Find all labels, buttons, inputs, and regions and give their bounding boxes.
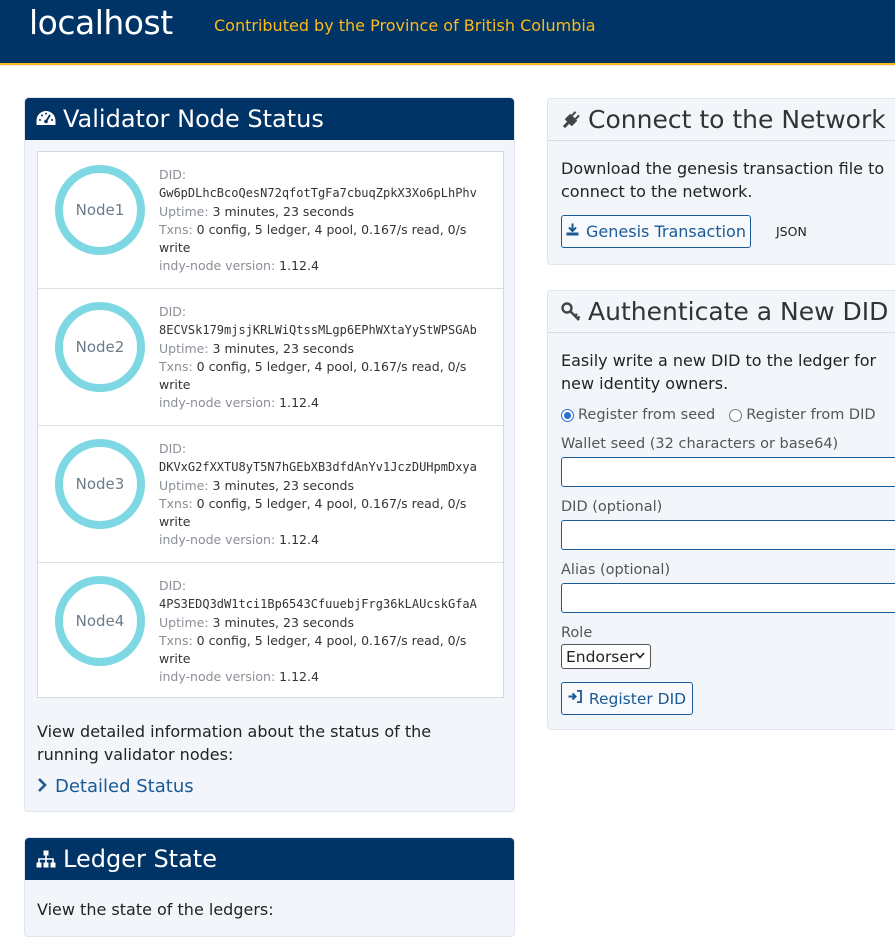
validator-panel-title: Validator Node Status bbox=[63, 105, 324, 133]
txns-label: Txns: bbox=[159, 358, 193, 374]
node-txns: 0 config, 5 ledger, 4 pool, 0.167/s read… bbox=[159, 221, 467, 255]
register-did-label: Register DID bbox=[588, 689, 687, 708]
node-card: Node4 DID: 4PS3EDQ3dW1tci1Bp6543CfuuebjF… bbox=[38, 563, 503, 700]
wallet-seed-input[interactable] bbox=[561, 457, 895, 487]
uptime-label: Uptime: bbox=[159, 477, 209, 493]
json-link[interactable]: JSON bbox=[776, 224, 807, 239]
node-status-ring: Node4 bbox=[55, 576, 145, 666]
did-label: DID: bbox=[159, 441, 187, 456]
top-navbar: localhost Contributed by the Province of… bbox=[0, 0, 895, 65]
genesis-button-label: Genesis Transaction bbox=[586, 222, 746, 241]
register-did-button[interactable]: Register DID bbox=[561, 682, 693, 715]
node-version: 1.12.4 bbox=[279, 394, 319, 410]
node-card: Node1 DID: Gw6pDLhcBcoQesN72qfotTgFa7cbu… bbox=[38, 152, 503, 289]
auth-panel-title: Authenticate a New DID bbox=[588, 297, 889, 326]
node-uptime: 3 minutes, 23 seconds bbox=[212, 614, 354, 630]
radio-seed-label[interactable]: Register from seed bbox=[578, 407, 715, 423]
contribution-text: Contributed by the Province of British C… bbox=[214, 16, 596, 35]
validator-panel-header: Validator Node Status bbox=[25, 98, 514, 140]
node-version: 1.12.4 bbox=[279, 531, 319, 547]
brand-title[interactable]: localhost bbox=[29, 3, 173, 42]
radio-register-from-seed[interactable] bbox=[561, 408, 574, 422]
authenticate-did-panel: Authenticate a New DID Easily write a ne… bbox=[547, 290, 895, 730]
auth-panel-header: Authenticate a New DID bbox=[548, 291, 895, 333]
genesis-transaction-button[interactable]: Genesis Transaction bbox=[561, 215, 751, 248]
node-info: DID: 8ECVSk179mjsjKRLWiQtssMLgp6EPhWXtaY… bbox=[159, 303, 499, 412]
auth-description: Easily write a new DID to the ledger for… bbox=[561, 351, 877, 393]
node-did: 8ECVSk179mjsjKRLWiQtssMLgp6EPhWXtaYyStWP… bbox=[159, 323, 477, 337]
node-uptime: 3 minutes, 23 seconds bbox=[212, 340, 354, 356]
detailed-status-link[interactable]: Detailed Status bbox=[37, 776, 194, 797]
connect-panel-header: Connect to the Network bbox=[548, 99, 895, 141]
node-info: DID: 4PS3EDQ3dW1tci1Bp6543CfuuebjFrg36kL… bbox=[159, 577, 499, 686]
role-select[interactable]: Endorser bbox=[561, 644, 651, 669]
ledger-description: View the state of the ledgers: bbox=[37, 900, 274, 919]
did-label: DID: bbox=[159, 167, 187, 182]
did-input[interactable] bbox=[561, 520, 895, 550]
validator-status-panel: Validator Node Status Node1 DID: Gw6pDLh… bbox=[24, 97, 515, 812]
node-did: 4PS3EDQ3dW1tci1Bp6543CfuuebjFrg36kLAUcsk… bbox=[159, 597, 477, 611]
node-version: 1.12.4 bbox=[279, 668, 319, 684]
node-info: DID: Gw6pDLhcBcoQesN72qfotTgFa7cbuqZpkX3… bbox=[159, 166, 499, 275]
plug-icon bbox=[560, 109, 582, 131]
node-did: DKVxG2fXXTU8yT5N7hGEbXB3dfdAnYv1JczDUHpm… bbox=[159, 460, 477, 474]
uptime-label: Uptime: bbox=[159, 340, 209, 356]
txns-label: Txns: bbox=[159, 495, 193, 511]
chevron-down-icon bbox=[635, 651, 645, 662]
alias-input[interactable] bbox=[561, 583, 895, 613]
txns-label: Txns: bbox=[159, 632, 193, 648]
version-label: indy-node version: bbox=[159, 668, 276, 684]
uptime-label: Uptime: bbox=[159, 203, 209, 219]
node-uptime: 3 minutes, 23 seconds bbox=[212, 203, 354, 219]
connect-panel-title: Connect to the Network bbox=[588, 105, 886, 134]
did-optional-label: DID (optional) bbox=[561, 499, 663, 515]
node-txns: 0 config, 5 ledger, 4 pool, 0.167/s read… bbox=[159, 358, 467, 392]
node-status-ring: Node3 bbox=[55, 439, 145, 529]
node-card: Node2 DID: 8ECVSk179mjsjKRLWiQtssMLgp6EP… bbox=[38, 289, 503, 426]
node-info: DID: DKVxG2fXXTU8yT5N7hGEbXB3dfdAnYv1Jcz… bbox=[159, 440, 499, 549]
ledger-panel-title: Ledger State bbox=[63, 845, 217, 873]
register-mode-radios: Register from seed Register from DID bbox=[561, 407, 876, 423]
dashboard-gauge-icon bbox=[35, 108, 57, 130]
node-name: Node1 bbox=[75, 201, 125, 219]
validator-description: View detailed information about the stat… bbox=[37, 722, 432, 764]
node-status-ring: Node1 bbox=[55, 165, 145, 255]
header-divider bbox=[0, 65, 895, 66]
sign-in-icon bbox=[568, 689, 582, 707]
did-label: DID: bbox=[159, 578, 187, 593]
node-txns: 0 config, 5 ledger, 4 pool, 0.167/s read… bbox=[159, 632, 467, 666]
radio-register-from-did[interactable] bbox=[729, 408, 743, 422]
connect-network-panel: Connect to the Network Download the gene… bbox=[547, 98, 895, 265]
alias-optional-label: Alias (optional) bbox=[561, 562, 671, 578]
did-label: DID: bbox=[159, 304, 187, 319]
role-label: Role bbox=[561, 625, 593, 641]
role-select-value: Endorser bbox=[566, 647, 636, 666]
node-name: Node4 bbox=[75, 612, 125, 630]
radio-did-label[interactable]: Register from DID bbox=[746, 407, 875, 423]
node-status-ring: Node2 bbox=[55, 302, 145, 392]
node-list: Node1 DID: Gw6pDLhcBcoQesN72qfotTgFa7cbu… bbox=[37, 151, 504, 698]
connect-description: Download the genesis transaction file to… bbox=[561, 159, 885, 201]
ledger-state-panel: Ledger State View the state of the ledge… bbox=[24, 837, 515, 937]
node-card: Node3 DID: DKVxG2fXXTU8yT5N7hGEbXB3dfdAn… bbox=[38, 426, 503, 563]
sitemap-icon bbox=[35, 848, 57, 870]
txns-label: Txns: bbox=[159, 221, 193, 237]
wallet-seed-label: Wallet seed (32 characters or base64) bbox=[561, 436, 839, 452]
key-icon bbox=[560, 301, 582, 323]
node-uptime: 3 minutes, 23 seconds bbox=[212, 477, 354, 493]
node-name: Node2 bbox=[75, 338, 125, 356]
ledger-panel-header: Ledger State bbox=[25, 838, 514, 880]
download-icon bbox=[566, 223, 579, 240]
uptime-label: Uptime: bbox=[159, 614, 209, 630]
detailed-status-label[interactable]: Detailed Status bbox=[55, 776, 194, 797]
version-label: indy-node version: bbox=[159, 531, 276, 547]
node-txns: 0 config, 5 ledger, 4 pool, 0.167/s read… bbox=[159, 495, 467, 529]
node-name: Node3 bbox=[75, 475, 125, 493]
version-label: indy-node version: bbox=[159, 257, 276, 273]
node-did: Gw6pDLhcBcoQesN72qfotTgFa7cbuqZpkX3Xo6pL… bbox=[159, 186, 477, 200]
chevron-right-icon bbox=[37, 777, 47, 796]
version-label: indy-node version: bbox=[159, 394, 276, 410]
node-version: 1.12.4 bbox=[279, 257, 319, 273]
